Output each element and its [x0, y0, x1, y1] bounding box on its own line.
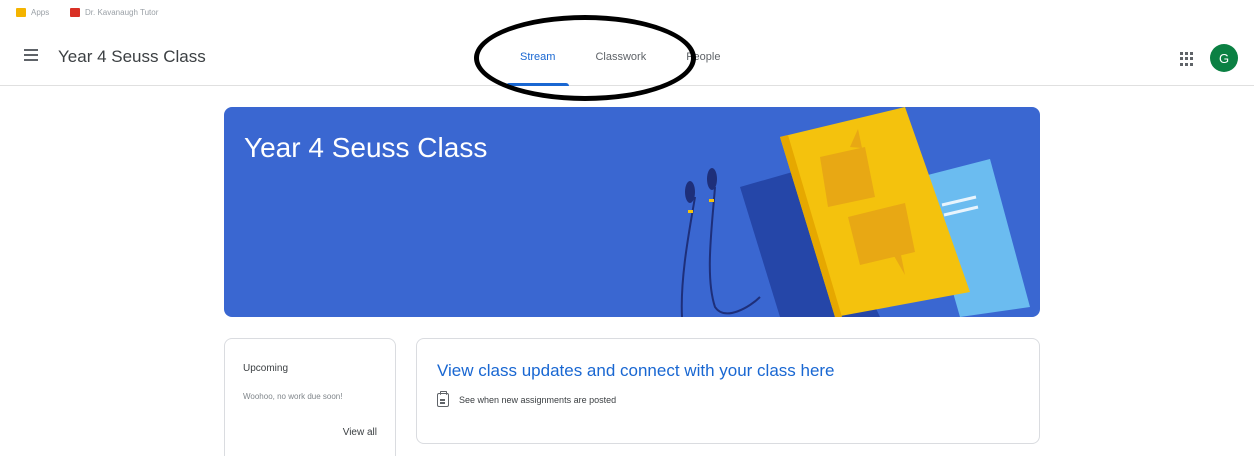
view-all-link[interactable]: View all: [343, 427, 377, 438]
tab-people[interactable]: People: [666, 28, 740, 86]
bookmark-site[interactable]: Dr. Kavanaugh Tutor: [70, 8, 158, 17]
bookmark-icon: [70, 8, 80, 17]
clipboard-icon: [437, 391, 449, 407]
main-menu-icon[interactable]: [24, 49, 42, 63]
class-title[interactable]: Year 4 Seuss Class: [58, 47, 206, 67]
top-app-bar: Year 4 Seuss Class Stream Classwork Peop…: [0, 28, 1254, 86]
class-banner: Year 4 Seuss Class: [224, 107, 1040, 317]
bookmark-apps[interactable]: Apps: [16, 8, 49, 17]
google-apps-icon[interactable]: [1180, 52, 1194, 66]
tab-classwork[interactable]: Classwork: [575, 28, 666, 86]
banner-illustration: [680, 107, 1030, 317]
stream-info-text: See when new assignments are posted: [459, 395, 617, 405]
avatar[interactable]: G: [1210, 44, 1238, 72]
bookmarks-bar: Apps Dr. Kavanaugh Tutor: [0, 0, 1254, 28]
stream-headline: View class updates and connect with your…: [437, 361, 835, 380]
stream-intro-card: View class updates and connect with your…: [416, 338, 1040, 444]
banner-title: Year 4 Seuss Class: [244, 132, 488, 163]
tab-stream[interactable]: Stream: [500, 28, 575, 86]
upcoming-title: Upcoming: [243, 363, 289, 374]
upcoming-card: Upcoming Woohoo, no work due soon! View …: [224, 338, 396, 456]
stream-info-row: See when new assignments are posted: [437, 391, 1019, 407]
bookmark-label: Apps: [31, 8, 50, 17]
apps-bookmark-icon: [16, 8, 26, 17]
tab-bar: Stream Classwork People: [500, 28, 740, 86]
upcoming-subtitle: Woohoo, no work due soon!: [243, 392, 343, 401]
bookmark-label: Dr. Kavanaugh Tutor: [85, 8, 159, 17]
